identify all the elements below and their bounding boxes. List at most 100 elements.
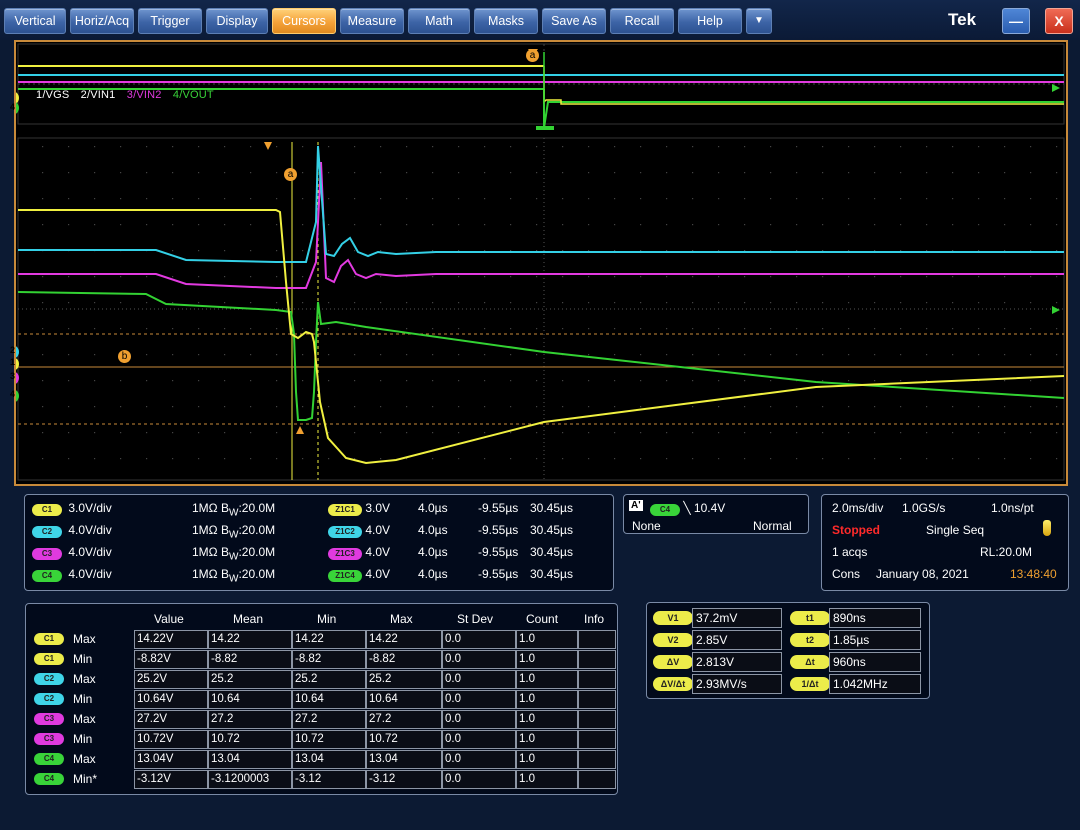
meas-cell-stdev: 0.0 [442, 770, 516, 789]
meas-row-badge: C2 [34, 673, 64, 685]
menu-horiz-acq[interactable]: Horiz/Acq [70, 8, 134, 34]
zoom1-badge: Z1C1 [328, 504, 362, 516]
waveform-display[interactable]: 1/VGS 2/VIN1 3/VIN2 4/VOUT a b a 4 1 2 3… [10, 40, 1068, 486]
meas-cell-count: 1.0 [516, 770, 578, 789]
oscilloscope-app: Vertical Horiz/Acq Trigger Display Curso… [0, 0, 1080, 830]
meas-row-stat: Min [73, 692, 93, 706]
menu-dropdown-icon[interactable]: ▼ [746, 8, 772, 34]
zoom2-start: -9.55µs [478, 523, 519, 537]
ch4-settings-row[interactable]: C4 4.0V/div [32, 567, 112, 582]
zoom2-time: 4.0µs [418, 523, 448, 537]
zoom2-row[interactable]: Z1C2 4.0V [328, 523, 390, 538]
waveform-canvas [16, 43, 1065, 481]
v2-badge: V2 [653, 633, 693, 647]
meas-cell-value: -3.12V [134, 770, 208, 789]
meas-row-badge: C4 [34, 773, 64, 785]
ch3-badge: C3 [32, 548, 62, 560]
zoom1-row[interactable]: Z1C1 3.0V [328, 501, 390, 516]
zoom2-end: 30.45µs [530, 523, 573, 537]
ch1-badge: C1 [32, 504, 62, 516]
ch2-settings-row[interactable]: C2 4.0V/div [32, 523, 112, 538]
meas-row-badge: C2 [34, 693, 64, 705]
trace-label-vgs: 1/VGS [36, 89, 70, 101]
meas-row-stat: Max [73, 752, 96, 766]
zoom3-start: -9.55µs [478, 545, 519, 559]
meas-cell-value: 14.22V [134, 630, 208, 649]
trigger-mode: Normal [753, 519, 792, 533]
zoom4-badge: Z1C4 [328, 570, 362, 582]
meas-cell-info [578, 730, 616, 749]
meas-cell-min: 10.64 [292, 690, 366, 709]
meas-cell-count: 1.0 [516, 670, 578, 689]
zoom3-end: 30.45µs [530, 545, 573, 559]
meas-row-badge: C3 [34, 733, 64, 745]
menu-trigger[interactable]: Trigger [138, 8, 202, 34]
meas-cell-info [578, 770, 616, 789]
meas-cell-min: 27.2 [292, 710, 366, 729]
dt-badge: Δt [790, 655, 830, 669]
trace-label-vout: 4/VOUT [172, 89, 214, 101]
meas-cell-mean: -8.82 [208, 650, 292, 669]
menu-help[interactable]: Help [678, 8, 742, 34]
overview-cursor-a-marker[interactable]: a [526, 49, 539, 62]
menu-display[interactable]: Display [206, 8, 268, 34]
col-header-value: Value [154, 612, 184, 626]
col-header-count: Count [526, 612, 559, 626]
meas-cell-value: 27.2V [134, 710, 208, 729]
meas-cell-stdev: 0.0 [442, 750, 516, 769]
zoom4-row[interactable]: Z1C4 4.0V [328, 567, 390, 582]
menu-masks[interactable]: Masks [474, 8, 538, 34]
brand-logo: Tek [948, 10, 977, 29]
trigger-a-badge: A' [629, 500, 643, 511]
cursor-b-marker[interactable]: b [118, 350, 131, 363]
cons-label: Cons [832, 567, 861, 581]
ch1-settings-row[interactable]: C1 3.0V/div [32, 501, 112, 516]
menu-recall[interactable]: Recall [610, 8, 674, 34]
acquisition-state: Stopped [832, 523, 880, 537]
meas-row-badge: C1 [34, 653, 64, 665]
meas-cell-max: 25.2 [366, 670, 442, 689]
inv-dt-badge: 1/Δt [790, 677, 830, 691]
meas-cell-min: -8.82 [292, 650, 366, 669]
zoom2-badge: Z1C2 [328, 526, 362, 538]
meas-cell-max: 13.04 [366, 750, 442, 769]
meas-cell-value: 25.2V [134, 670, 208, 689]
dvdt-value: 2.93MV/s [692, 674, 782, 694]
meas-row-stat: Min* [73, 772, 98, 786]
meas-row-stat: Min [73, 732, 93, 746]
menu-math[interactable]: Math [408, 8, 470, 34]
meas-cell-max: -8.82 [366, 650, 442, 669]
overview-ch4-marker: 4 [9, 102, 15, 112]
col-header-mean: Mean [233, 612, 264, 626]
meas-row-stat: Max [73, 632, 96, 646]
meas-cell-mean: 27.2 [208, 710, 292, 729]
ch3-coupling: 1MΩ BW:20.0M [192, 545, 276, 563]
meas-cell-value: -8.82V [134, 650, 208, 669]
close-button[interactable]: X [1045, 8, 1073, 34]
v1-badge: V1 [653, 611, 693, 625]
meas-cell-mean: 10.72 [208, 730, 292, 749]
ch3-settings-row[interactable]: C3 4.0V/div [32, 545, 112, 560]
meas-cell-max: 10.64 [366, 690, 442, 709]
channel-settings-panel [24, 494, 614, 591]
time-resolution: 1.0ns/pt [991, 501, 1034, 515]
menu-measure[interactable]: Measure [340, 8, 404, 34]
ch3-scale: 4.0V/div [68, 545, 112, 559]
meas-cell-count: 1.0 [516, 690, 578, 709]
menu-vertical[interactable]: Vertical [4, 8, 66, 34]
zoom4-time: 4.0µs [418, 567, 448, 581]
meas-cell-max: 27.2 [366, 710, 442, 729]
zoom1-start: -9.55µs [478, 501, 519, 515]
dvdt-badge: ΔV/Δt [653, 677, 693, 691]
ch2-scale: 4.0V/div [68, 523, 112, 537]
ch4-badge: C4 [32, 570, 62, 582]
acq-date: January 08, 2021 [876, 567, 969, 581]
minimize-button[interactable]: — [1002, 8, 1030, 34]
acq-time: 13:48:40 [1010, 567, 1057, 581]
menu-save-as[interactable]: Save As [542, 8, 606, 34]
acquisition-mode: Single Seq [926, 523, 985, 537]
cursor-a-marker[interactable]: a [284, 168, 297, 181]
meas-row-stat: Max [73, 712, 96, 726]
menu-cursors[interactable]: Cursors [272, 8, 336, 34]
zoom3-row[interactable]: Z1C3 4.0V [328, 545, 390, 560]
